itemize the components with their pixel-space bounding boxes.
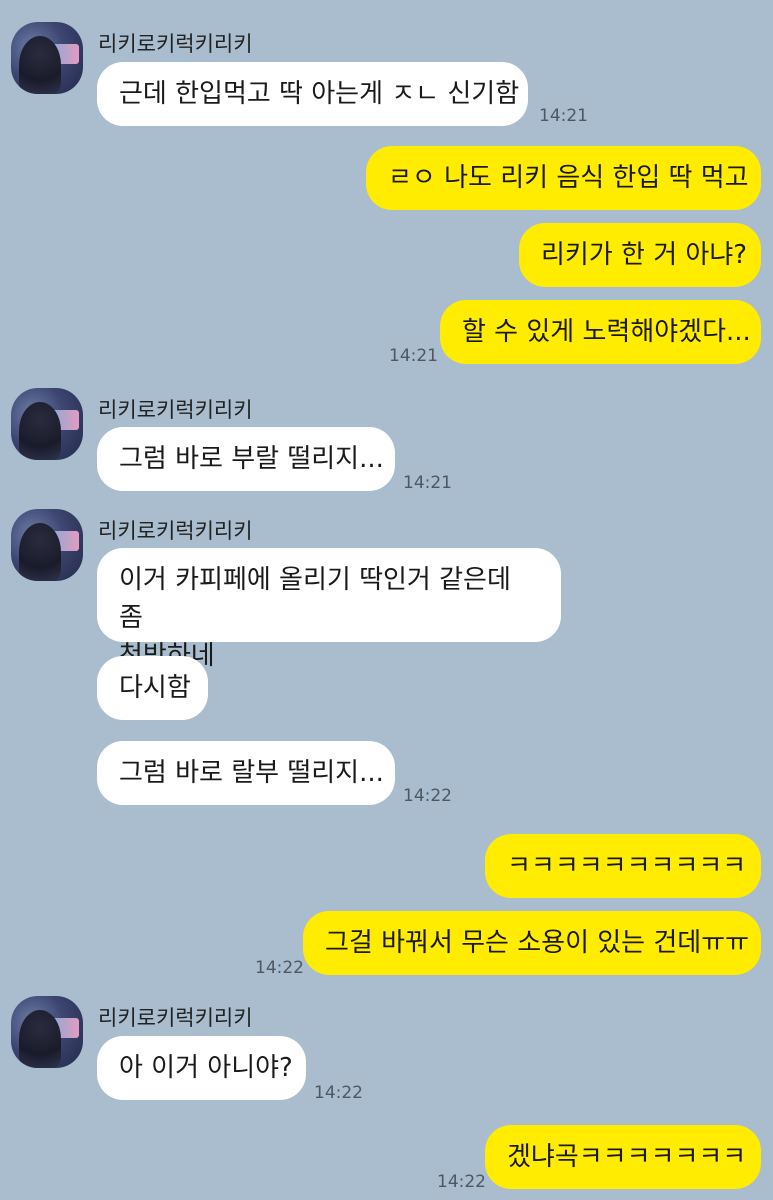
- message-time: 14:21: [389, 346, 438, 366]
- message-bubble-outgoing[interactable]: 리키가 한 거 아냐?: [519, 223, 761, 287]
- sender-name: 리키로키럭키리키: [98, 519, 253, 543]
- sender-avatar[interactable]: [11, 22, 83, 94]
- sender-name: 리키로키럭키리키: [98, 1006, 253, 1030]
- message-bubble-incoming[interactable]: 그럼 바로 랄부 떨리지...: [97, 741, 395, 805]
- sender-name: 리키로키럭키리키: [98, 398, 253, 422]
- message-time: 14:22: [403, 786, 452, 806]
- message-bubble-outgoing[interactable]: ㄹㅇ 나도 리키 음식 한입 딱 먹고: [366, 146, 761, 210]
- message-bubble-incoming[interactable]: 아 이거 아니야?: [97, 1036, 306, 1100]
- message-bubble-outgoing[interactable]: 겠냐곡ㅋㅋㅋㅋㅋㅋㅋ: [485, 1125, 761, 1189]
- message-line: 이거 카피페에 올리기 딱인거 같은데 좀: [119, 565, 511, 633]
- message-bubble-outgoing[interactable]: 할 수 있게 노력해야겠다...: [440, 300, 761, 364]
- message-time: 14:22: [314, 1083, 363, 1103]
- sender-avatar[interactable]: [11, 996, 83, 1068]
- sender-avatar[interactable]: [11, 388, 83, 460]
- sender-name: 리키로키럭키리키: [98, 32, 253, 56]
- message-bubble-incoming[interactable]: 근데 한입먹고 딱 아는게 ㅈㄴ 신기함: [97, 62, 528, 126]
- message-bubble-incoming[interactable]: 이거 카피페에 올리기 딱인거 같은데 좀 천박하네: [97, 548, 561, 671]
- message-bubble-incoming[interactable]: 다시함: [97, 656, 208, 720]
- message-time: 14:22: [437, 1172, 486, 1192]
- message-bubble-incoming[interactable]: 그럼 바로 부랄 떨리지...: [97, 427, 395, 491]
- message-bubble-outgoing[interactable]: 그걸 바꿔서 무슨 소용이 있는 건데ㅠㅠ: [303, 911, 761, 975]
- message-time: 14:22: [255, 958, 304, 978]
- message-time: 14:21: [403, 473, 452, 493]
- sender-avatar[interactable]: [11, 509, 83, 581]
- message-time: 14:21: [539, 106, 588, 126]
- message-bubble-outgoing[interactable]: ㅋㅋㅋㅋㅋㅋㅋㅋㅋㅋ: [485, 834, 761, 898]
